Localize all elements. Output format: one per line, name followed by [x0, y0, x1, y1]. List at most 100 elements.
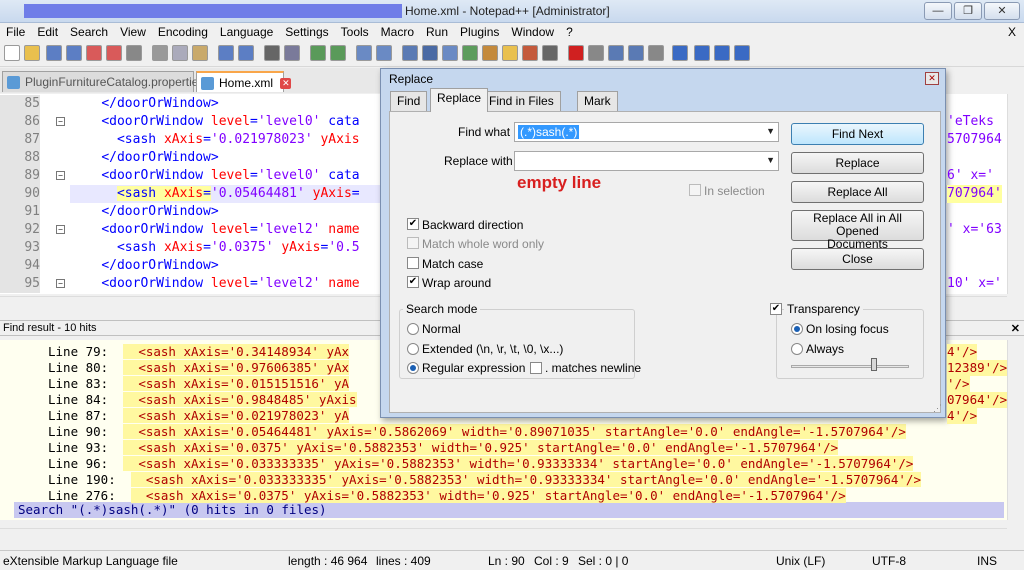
undo-icon[interactable] — [218, 45, 234, 61]
tab-plugin-furniture-catalog[interactable]: PluginFurnitureCatalog.properties ✕ — [2, 71, 223, 92]
menu-window[interactable]: Window — [505, 23, 560, 41]
in-selection-checkbox[interactable] — [689, 184, 701, 196]
find-icon[interactable] — [264, 45, 280, 61]
save-macro-icon[interactable] — [648, 45, 664, 61]
find-result-row[interactable]: Line 83: <sash xAxis='0.015151516' yA — [18, 376, 350, 392]
find-result-row[interactable]: Line 79: <sash xAxis='0.34148934' yAx — [18, 344, 350, 360]
word-wrap-icon[interactable] — [402, 45, 418, 61]
play-macro-icon[interactable] — [608, 45, 624, 61]
close-find-result-icon[interactable]: ✕ — [1011, 322, 1020, 335]
fold-marker-icon[interactable]: − — [56, 117, 65, 126]
mode-extended-radio[interactable] — [407, 343, 419, 355]
find-result-row[interactable]: Line 96: <sash xAxis='0.033333335' yAxis… — [18, 456, 914, 472]
code-line[interactable]: <doorOrWindow level='level0' cata — [70, 113, 359, 131]
menu-settings[interactable]: Settings — [279, 23, 334, 41]
code-line[interactable]: </doorOrWindow> — [70, 149, 218, 167]
sync-h-icon[interactable] — [376, 45, 392, 61]
menu-run[interactable]: Run — [420, 23, 454, 41]
show-all-chars-icon[interactable] — [422, 45, 438, 61]
wrap-around-checkbox[interactable]: ✔ — [407, 276, 419, 288]
dropdown-arrow-icon[interactable]: ▼ — [766, 155, 775, 165]
mode-regex-radio[interactable] — [407, 362, 419, 374]
play-multiple-icon[interactable] — [628, 45, 644, 61]
down-icon[interactable] — [714, 45, 730, 61]
always-radio[interactable] — [791, 343, 803, 355]
replace-with-input[interactable]: ▼ — [514, 151, 779, 171]
code-line[interactable]: <sash xAxis='0.0375' yAxis='0.5 — [70, 239, 360, 257]
code-line[interactable]: </doorOrWindow> — [70, 203, 218, 221]
replace-all-opened-button[interactable]: Replace All in All Opened Documents — [791, 210, 924, 251]
tab-replace[interactable]: Replace — [430, 88, 489, 112]
stop-macro-icon[interactable] — [588, 45, 604, 61]
find-result-row[interactable]: Line 276: <sash xAxis='0.0375' yAxis='0.… — [18, 488, 846, 504]
menu-plugins[interactable]: Plugins — [454, 23, 505, 41]
menu-tools[interactable]: Tools — [335, 23, 375, 41]
eye-icon[interactable] — [542, 45, 558, 61]
dropdown-arrow-icon[interactable]: ▼ — [766, 126, 775, 136]
find-result-horizontal-scrollbar[interactable] — [0, 528, 1007, 542]
menu-language[interactable]: Language — [214, 23, 279, 41]
folder-workspace-icon[interactable] — [502, 45, 518, 61]
code-line[interactable]: <doorOrWindow level='level2' name — [70, 221, 359, 239]
close-tab-icon[interactable]: ✕ — [280, 78, 292, 90]
minimize-button[interactable]: — — [924, 2, 952, 20]
save-all-icon[interactable] — [66, 45, 82, 61]
code-line[interactable]: <sash xAxis='0.021978023' yAxis — [70, 131, 360, 149]
on-losing-focus-radio[interactable] — [791, 323, 803, 335]
monitor-icon[interactable] — [522, 45, 538, 61]
close-button[interactable]: Close — [791, 248, 924, 270]
replace-all-button[interactable]: Replace All — [791, 181, 924, 203]
close-document-menu-button[interactable]: X — [1008, 23, 1016, 41]
close-window-button[interactable]: ✕ — [984, 2, 1020, 20]
replace-icon[interactable] — [284, 45, 300, 61]
save-icon[interactable] — [46, 45, 62, 61]
fold-icon[interactable] — [672, 45, 688, 61]
find-next-button[interactable]: Find Next — [791, 123, 924, 145]
copy-icon[interactable] — [172, 45, 188, 61]
open-file-icon[interactable] — [24, 45, 40, 61]
zoom-in-icon[interactable] — [310, 45, 326, 61]
match-case-checkbox[interactable] — [407, 257, 419, 269]
find-result-row[interactable]: Line 93: <sash xAxis='0.0375' yAxis='0.5… — [18, 440, 839, 456]
find-result-row[interactable]: Line 84: <sash xAxis='0.9848485' yAxis — [18, 392, 357, 408]
menu-view[interactable]: View — [114, 23, 152, 41]
zoom-out-icon[interactable] — [330, 45, 346, 61]
menu-help[interactable]: ? — [560, 23, 579, 41]
code-line[interactable]: <doorOrWindow level='level2' name — [70, 275, 359, 293]
find-result-row[interactable]: Line 80: <sash xAxis='0.97606385' yAx — [18, 360, 350, 376]
menu-macro[interactable]: Macro — [375, 23, 420, 41]
tab-mark[interactable]: Mark — [577, 91, 618, 111]
fold-marker-icon[interactable]: − — [56, 171, 65, 180]
up-icon[interactable] — [694, 45, 710, 61]
tab-find-in-files[interactable]: Find in Files — [482, 91, 561, 111]
backward-direction-checkbox[interactable]: ✔ — [407, 218, 419, 230]
unfold-icon[interactable] — [734, 45, 750, 61]
match-whole-word-checkbox[interactable] — [407, 237, 419, 249]
close-all-icon[interactable] — [106, 45, 122, 61]
doc-map-icon[interactable] — [462, 45, 478, 61]
indent-guide-icon[interactable] — [442, 45, 458, 61]
fold-marker-icon[interactable]: − — [56, 225, 65, 234]
find-result-row[interactable]: Line 190: <sash xAxis='0.033333335' yAxi… — [18, 472, 921, 488]
menu-edit[interactable]: Edit — [31, 23, 64, 41]
transparency-slider-track[interactable] — [791, 365, 909, 368]
code-line[interactable]: </doorOrWindow> — [70, 95, 218, 113]
tab-home-xml[interactable]: Home.xml ✕ — [196, 71, 292, 92]
menu-encoding[interactable]: Encoding — [152, 23, 214, 41]
new-file-icon[interactable] — [4, 45, 20, 61]
fold-marker-icon[interactable]: − — [56, 279, 65, 288]
menu-search[interactable]: Search — [64, 23, 114, 41]
print-icon[interactable] — [126, 45, 142, 61]
find-what-input[interactable]: (.*)sash(.*) ▼ — [514, 122, 779, 142]
mode-normal-radio[interactable] — [407, 323, 419, 335]
paste-icon[interactable] — [192, 45, 208, 61]
sync-v-icon[interactable] — [356, 45, 372, 61]
code-line[interactable]: <doorOrWindow level='level0' cata — [70, 167, 359, 185]
close-icon[interactable] — [86, 45, 102, 61]
cut-icon[interactable] — [152, 45, 168, 61]
find-result-vertical-scrollbar[interactable] — [1007, 340, 1024, 520]
search-summary-line[interactable]: Search "(.*)sash(.*)" (0 hits in 0 files… — [14, 502, 1004, 518]
find-result-row[interactable]: Line 87: <sash xAxis='0.021978023' yA — [18, 408, 350, 424]
function-list-icon[interactable] — [482, 45, 498, 61]
find-result-row[interactable]: Line 90: <sash xAxis='0.05464481' yAxis=… — [18, 424, 906, 440]
